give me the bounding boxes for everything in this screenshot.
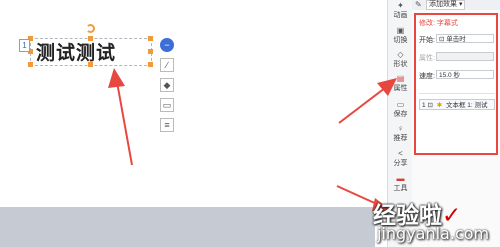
watermark-url: jingyanla.com: [377, 224, 490, 243]
effect-star-icon: ✱: [436, 102, 443, 109]
modify-effect-title: 修改: 字幕式: [419, 20, 458, 27]
sidebar-item-animation[interactable]: ✦ 动画: [388, 1, 413, 20]
speed-label: 速度:: [419, 73, 435, 80]
shape-icon: ◇: [397, 50, 404, 59]
property-select[interactable]: [436, 52, 494, 61]
animation-order-badge: 1: [19, 39, 30, 52]
resize-handle-tr[interactable]: [148, 36, 153, 41]
speed-select[interactable]: 15.0 秒: [436, 70, 494, 79]
modify-effect-section: 修改: 字幕式 开始: ⊡ 单击时 属性: 速度: 15.0 秒 1 ⊡ ✱ 文…: [414, 13, 498, 155]
panel-topbar: ✎ 添加效果 ▾: [412, 0, 500, 10]
resize-handle-bl[interactable]: [28, 62, 33, 67]
property-label: 属性:: [419, 55, 435, 62]
mouse-icon: ⊡: [427, 102, 433, 109]
sidebar-item-transition[interactable]: ▣ 切换: [388, 26, 413, 45]
start-select[interactable]: ⊡ 单击时: [436, 34, 494, 43]
rotate-handle-icon[interactable]: [86, 24, 95, 33]
tools-icon: ▬: [396, 174, 405, 183]
resize-handle-mr[interactable]: [148, 49, 153, 54]
animation-list-item[interactable]: 1 ⊡ ✱ 文本框 1: 测试: [419, 99, 495, 110]
start-label: 开始:: [419, 37, 435, 44]
share-icon: <: [398, 149, 403, 158]
collapse-icon[interactable]: −: [160, 38, 174, 52]
annotation-arrow-left: [108, 68, 133, 166]
divider: [419, 93, 495, 94]
transition-icon: ▣: [396, 26, 405, 35]
add-effect-button[interactable]: 添加效果 ▾: [426, 0, 466, 10]
sidebar-item-share[interactable]: < 分享: [388, 149, 413, 168]
animation-icon: ✦: [397, 1, 404, 10]
sidebar-item-shape[interactable]: ◇ 形状: [388, 50, 413, 69]
pen-icon: ✎: [415, 0, 422, 9]
annotation-arrow-top-right: [338, 78, 397, 124]
